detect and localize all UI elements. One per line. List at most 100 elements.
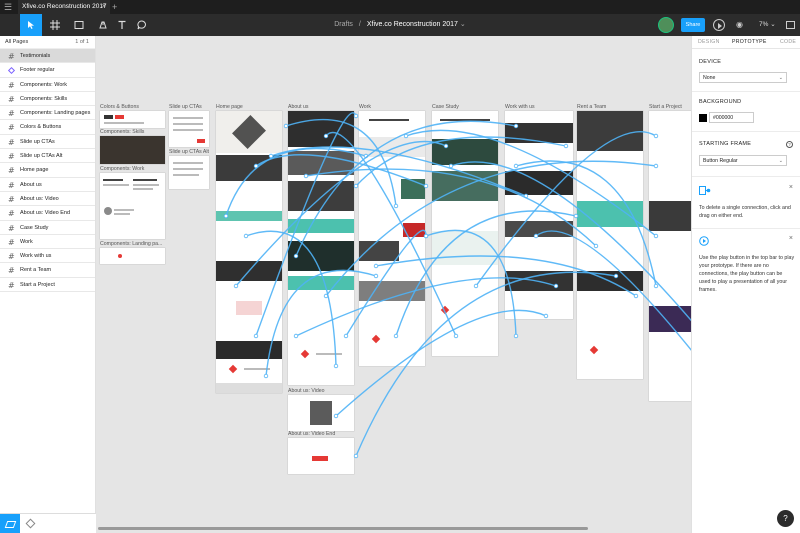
prototype-connection[interactable]: [305, 168, 597, 247]
prototype-connection[interactable]: [405, 129, 657, 237]
comment-tool-button[interactable]: [134, 14, 150, 36]
prototype-connection[interactable]: [245, 230, 337, 367]
layers-tab-icon[interactable]: [0, 514, 20, 533]
prototype-connection[interactable]: [225, 147, 367, 217]
connection-handle[interactable]: [353, 453, 359, 459]
connection-handle[interactable]: [653, 163, 659, 169]
horizontal-scrollbar[interactable]: [98, 527, 588, 530]
layer-item[interactable]: Slide up CTAs: [0, 135, 95, 150]
layer-item[interactable]: Testimonials: [0, 49, 95, 64]
connection-handle[interactable]: [593, 243, 599, 249]
prototype-connection[interactable]: [355, 271, 617, 457]
connection-handle[interactable]: [543, 313, 549, 319]
tab-design[interactable]: DESIGN: [698, 36, 720, 49]
layer-item[interactable]: Work with us: [0, 249, 95, 264]
connection-handle[interactable]: [533, 233, 539, 239]
close-hint-icon[interactable]: ×: [789, 235, 793, 242]
shape-tool-button[interactable]: [68, 14, 90, 36]
zoom-level[interactable]: 7% ⌄: [759, 14, 776, 36]
connection-handle[interactable]: [448, 163, 454, 169]
share-button[interactable]: Share: [681, 18, 705, 32]
connection-handle[interactable]: [253, 163, 259, 169]
connection-handle[interactable]: [473, 283, 479, 289]
connection-handle[interactable]: [353, 113, 359, 119]
connection-handle[interactable]: [303, 173, 309, 179]
connection-handle[interactable]: [553, 283, 559, 289]
layer-item[interactable]: Components: Skills: [0, 92, 95, 107]
connection-handle[interactable]: [263, 373, 269, 379]
connection-handle[interactable]: [423, 183, 429, 189]
file-menu-chevron-icon[interactable]: ⌄: [460, 21, 466, 28]
connection-handle[interactable]: [653, 233, 659, 239]
layer-item[interactable]: About us: [0, 178, 95, 193]
breadcrumb-file-name[interactable]: Xfive.co Reconstruction 2017: [367, 21, 458, 28]
eye-icon[interactable]: ◉: [736, 20, 747, 30]
layer-item[interactable]: Components: Work: [0, 78, 95, 93]
prototype-connection[interactable]: [345, 229, 427, 337]
connection-handle[interactable]: [613, 273, 619, 279]
frame-tool-button[interactable]: [44, 14, 66, 36]
user-avatar[interactable]: [658, 17, 674, 33]
prototype-connection[interactable]: [235, 140, 447, 287]
layer-item[interactable]: Start a Project: [0, 278, 95, 293]
connection-handle[interactable]: [423, 233, 429, 239]
connection-handle[interactable]: [443, 143, 449, 149]
connection-handle[interactable]: [513, 333, 519, 339]
play-prototype-icon[interactable]: [713, 19, 725, 31]
connection-handle[interactable]: [573, 213, 579, 219]
connection-handle[interactable]: [283, 123, 289, 129]
breadcrumb-folder[interactable]: Drafts: [334, 21, 353, 28]
prototype-connection[interactable]: [295, 120, 517, 257]
components-tab-icon[interactable]: [25, 518, 36, 529]
connection-handle[interactable]: [293, 333, 299, 339]
connection-handle[interactable]: [253, 333, 259, 339]
connection-handle[interactable]: [323, 133, 329, 139]
connection-handle[interactable]: [393, 203, 399, 209]
connection-handle[interactable]: [343, 333, 349, 339]
prototype-connection[interactable]: [285, 118, 397, 207]
connection-handle[interactable]: [293, 253, 299, 259]
connection-handle[interactable]: [223, 213, 229, 219]
tab-prototype[interactable]: PROTOTYPE: [732, 36, 767, 49]
layer-item[interactable]: Components: Landing pages: [0, 106, 95, 121]
connection-handle[interactable]: [653, 133, 659, 139]
close-tab-icon[interactable]: ×: [102, 0, 106, 14]
connection-handle[interactable]: [333, 413, 339, 419]
connection-handle[interactable]: [563, 143, 569, 149]
starting-frame-select[interactable]: Button Regular ⌄: [699, 155, 787, 166]
connection-handle[interactable]: [373, 263, 379, 269]
connection-handle[interactable]: [353, 183, 359, 189]
connection-handle[interactable]: [393, 333, 399, 339]
file-tab[interactable]: Xfive.co Reconstruction 2017 ×: [18, 0, 110, 14]
prototype-connection[interactable]: [515, 160, 657, 287]
new-tab-icon[interactable]: +: [112, 0, 117, 14]
connection-handle[interactable]: [513, 163, 519, 169]
prototype-connections[interactable]: [96, 36, 691, 533]
present-icon[interactable]: [786, 21, 795, 29]
canvas[interactable]: Colors & Buttons Components: Skills Comp…: [96, 36, 691, 533]
help-button[interactable]: ?: [777, 510, 794, 527]
layer-item[interactable]: Case Study: [0, 221, 95, 236]
background-hex-input[interactable]: #000000: [709, 112, 754, 123]
layer-item[interactable]: About us: Video End: [0, 206, 95, 222]
background-color-swatch[interactable]: [699, 114, 707, 122]
layer-item[interactable]: About us: Video: [0, 192, 95, 207]
pages-header[interactable]: All Pages 1 of 1: [0, 36, 95, 49]
layer-item[interactable]: Rent a Team: [0, 263, 95, 279]
layer-item[interactable]: Colors & Buttons: [0, 120, 95, 136]
tab-code[interactable]: CODE: [780, 36, 796, 49]
device-select[interactable]: None ⌄: [699, 72, 787, 83]
layer-item[interactable]: Home page: [0, 163, 95, 179]
connection-handle[interactable]: [243, 233, 249, 239]
connection-handle[interactable]: [453, 333, 459, 339]
layer-item[interactable]: Footer regular: [0, 63, 95, 78]
prototype-connection[interactable]: [295, 277, 557, 337]
prototype-connection[interactable]: [425, 229, 517, 337]
layer-item[interactable]: Work: [0, 235, 95, 250]
connection-handle[interactable]: [403, 133, 409, 139]
connection-handle[interactable]: [633, 293, 639, 299]
connection-handle[interactable]: [373, 273, 379, 279]
prototype-connection[interactable]: [255, 112, 357, 337]
connection-handle[interactable]: [268, 153, 274, 159]
connection-handle[interactable]: [513, 123, 519, 129]
